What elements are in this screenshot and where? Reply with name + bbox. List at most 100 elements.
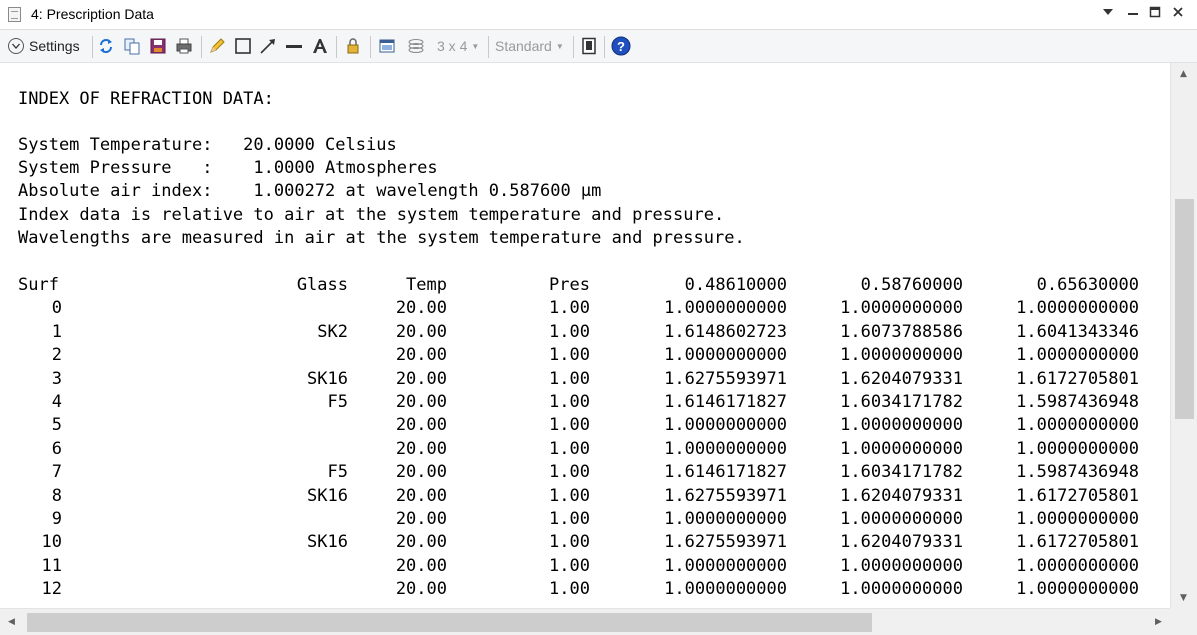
- air-index-line: Absolute air index: 1.000272 at waveleng…: [18, 181, 602, 201]
- table-cell: 7: [51, 462, 62, 483]
- table-cell: 1.0000000000: [664, 555, 787, 576]
- table-cell: 11: [41, 555, 62, 576]
- table-cell: 20.00: [395, 532, 447, 553]
- draw-arrow-button[interactable]: [259, 36, 277, 56]
- vertical-scrollbar[interactable]: ▲ ▼: [1170, 63, 1197, 608]
- table-cell: 1.0000000000: [1016, 509, 1139, 529]
- table-cell: 3: [51, 368, 62, 389]
- table-cell: 1.0000000000: [1016, 579, 1139, 600]
- table-cell: 1.0000000000: [664, 415, 787, 436]
- line-arrow-icon: [260, 39, 275, 54]
- document-icon: [8, 7, 21, 22]
- chevron-down-icon: ▼: [471, 41, 480, 51]
- print-button[interactable]: [175, 36, 193, 56]
- rectangle-icon: [235, 38, 251, 54]
- table-cell: 1.6034171782: [840, 462, 963, 483]
- table-cell: 1: [51, 321, 62, 342]
- line-icon: [286, 45, 302, 48]
- table-cell: 1.0000000000: [664, 345, 787, 366]
- draw-line-button[interactable]: [285, 36, 303, 56]
- save-button[interactable]: [149, 36, 167, 56]
- scroll-right-icon[interactable]: ▶: [1155, 617, 1162, 627]
- table-cell: 1.0000000000: [840, 345, 963, 366]
- table-cell: SK16: [307, 485, 348, 506]
- table-cell: 1.0000000000: [664, 509, 787, 529]
- table-cell: 1.00: [549, 368, 590, 389]
- chevron-down-icon: ▼: [555, 41, 564, 51]
- table-cell: 1.00: [549, 485, 590, 506]
- window-icon: [379, 39, 395, 53]
- vertical-scroll-thumb[interactable]: [1175, 199, 1194, 419]
- window-title: 4: Prescription Data: [31, 6, 154, 22]
- table-cell: 1.00: [549, 579, 590, 600]
- table-cell: 20.00: [395, 485, 447, 506]
- lock-button[interactable]: [344, 36, 362, 56]
- style-label: Standard: [495, 38, 552, 54]
- table-cell: 1.6172705801: [1016, 485, 1139, 506]
- draw-text-button[interactable]: [311, 36, 329, 56]
- scroll-up-icon[interactable]: ▲: [1180, 69, 1187, 79]
- table-cell: 8: [51, 485, 62, 506]
- layers-button[interactable]: [407, 36, 425, 56]
- maximize-icon[interactable]: [1145, 4, 1165, 24]
- table-cell: 20.00: [395, 579, 447, 600]
- horizontal-scrollbar[interactable]: ◀ ▶: [0, 608, 1170, 635]
- dropdown-chevron-icon[interactable]: [1098, 4, 1118, 24]
- table-cell: 20.00: [395, 321, 447, 342]
- system-pressure-line: System Pressure : 1.0000 Atmospheres: [18, 158, 438, 178]
- device-icon: [582, 37, 596, 55]
- table-cell: 1.6275593971: [664, 485, 787, 506]
- table-cell: 20.00: [395, 392, 447, 412]
- table-cell: 0: [51, 298, 62, 319]
- scroll-down-icon[interactable]: ▼: [1180, 593, 1187, 603]
- table-cell: 20.00: [395, 345, 447, 366]
- layout-dropdown[interactable]: 3 x 4 ▼: [437, 36, 479, 56]
- table-cell: 1.0000000000: [1016, 415, 1139, 436]
- toolbar: Settings 3 x 4 ▼ Standard ▼ ?: [0, 30, 1197, 63]
- table-cell: 6: [51, 438, 62, 459]
- report-content: INDEX OF REFRACTION DATA: System Tempera…: [0, 63, 1170, 608]
- help-button[interactable]: ?: [611, 36, 631, 56]
- table-cell: 1.0000000000: [1016, 345, 1139, 366]
- table-cell: 1.00: [549, 509, 590, 529]
- draw-rectangle-button[interactable]: [234, 36, 252, 56]
- refresh-button[interactable]: [97, 36, 115, 56]
- table-cell: 1.00: [549, 438, 590, 459]
- window-button[interactable]: [378, 36, 396, 56]
- svg-text:?: ?: [617, 39, 625, 54]
- copy-icon: [124, 38, 140, 55]
- table-cell: 1.00: [549, 555, 590, 576]
- index-note-line: Index data is relative to air at the sys…: [18, 205, 725, 225]
- device-button[interactable]: [580, 36, 598, 56]
- style-dropdown[interactable]: Standard ▼: [495, 36, 564, 56]
- table-cell: 1.00: [549, 415, 590, 436]
- copy-button[interactable]: [123, 36, 141, 56]
- horizontal-scroll-thumb[interactable]: [27, 613, 872, 632]
- chevron-down-icon: [8, 38, 24, 54]
- table-cell: 20.00: [395, 462, 447, 483]
- table-row: 2 20.00 1.00 1.0000000000 1.0000000000 1.0000…: [0, 345, 1170, 368]
- table-cell: SK2: [317, 321, 348, 342]
- settings-label: Settings: [29, 38, 80, 54]
- table-cell: 1.00: [549, 345, 590, 366]
- table-cell: 1.00: [549, 298, 590, 319]
- table-cell: 4: [51, 392, 62, 412]
- draw-pencil-button[interactable]: [208, 36, 226, 56]
- table-cell: F5: [327, 392, 348, 412]
- settings-button[interactable]: Settings: [8, 36, 80, 56]
- table-cell: 12: [41, 579, 62, 600]
- table-cell: 1.6204079331: [840, 368, 963, 389]
- table-cell: 1.6275593971: [664, 368, 787, 389]
- table-cell: 1.0000000000: [664, 298, 787, 319]
- print-icon: [176, 38, 192, 54]
- scroll-left-icon[interactable]: ◀: [8, 617, 15, 627]
- layers-icon: [408, 39, 424, 53]
- minimize-icon[interactable]: [1123, 4, 1143, 24]
- table-cell: 1.6204079331: [840, 485, 963, 506]
- close-icon[interactable]: [1168, 4, 1188, 24]
- system-temperature-line: System Temperature: 20.0000 Celsius: [18, 135, 397, 155]
- wavelength-note-line: Wavelengths are measured in air at the s…: [18, 228, 745, 248]
- table-cell: 1.00: [549, 462, 590, 483]
- table-cell: SK16: [307, 368, 348, 389]
- table-cell: 1.5987436948: [1016, 462, 1139, 483]
